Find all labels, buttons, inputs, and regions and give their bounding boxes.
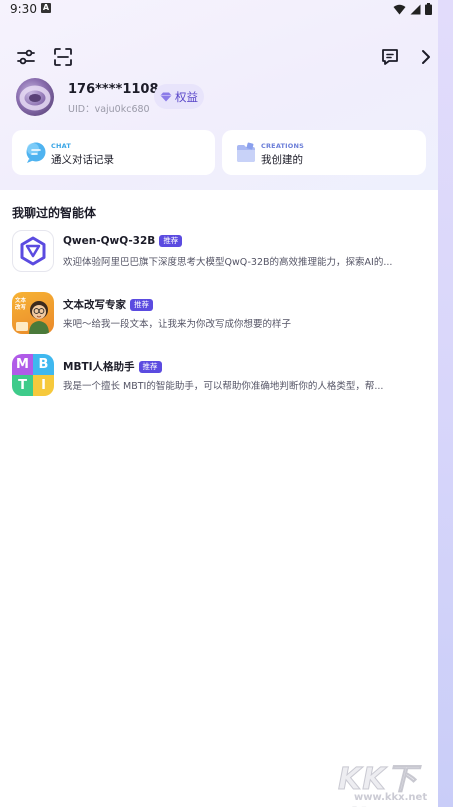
- notification-icon: A: [41, 3, 51, 13]
- username: 176****1108: [68, 82, 159, 97]
- side-gradient-strip: [438, 0, 453, 807]
- mbti-letter-m: M: [12, 354, 33, 375]
- agent-name-row: Qwen-QwQ-32B 推荐: [63, 235, 183, 247]
- scan-button[interactable]: [52, 46, 74, 68]
- chevron-right-icon: [422, 50, 430, 64]
- screen: 9:30 A 176****1108 UID：vaju0kc680 权益 CHA…: [0, 0, 453, 807]
- recommended-badge: 推荐: [130, 298, 153, 311]
- agent-avatar-qwen: [12, 230, 54, 272]
- agent-avatar-mbti: M B T I: [12, 354, 54, 396]
- watermark: KK下载 www.kkx.net: [330, 752, 440, 807]
- agent-avatar-text-rewriter: 文本改写: [12, 292, 54, 334]
- mbti-letter-b: B: [33, 354, 54, 375]
- status-icons: [393, 3, 432, 15]
- agent-name: Qwen-QwQ-32B: [63, 235, 156, 247]
- settings-sliders-button[interactable]: [15, 46, 37, 68]
- section-title: 我聊过的智能体: [12, 206, 97, 220]
- battery-icon: [425, 3, 432, 15]
- agent-name-row: MBTI人格助手 推荐: [63, 359, 162, 374]
- message-note-icon: [382, 49, 398, 65]
- agent-description: 欢迎体验阿里巴巴旗下深度思考大模型QwQ-32B的高效推理能力，探索AI的...: [63, 257, 393, 268]
- agent-description: 来吧～给我一段文本，让我来为你改写成你想要的样子: [63, 319, 292, 330]
- expand-button[interactable]: [415, 46, 437, 68]
- agent-description: 我是一个擅长 MBTI的智能助手，可以帮助你准确地判断你的人格类型，帮...: [63, 381, 384, 392]
- status-bar: 9:30 A: [0, 0, 438, 18]
- diamond-icon: [160, 92, 172, 101]
- cartoon-character-image: [16, 301, 49, 334]
- agent-item-text-rewriter[interactable]: 文本改写 文本改写专家 推荐 来吧～给我一段文本，让我来为你改写成你想要的样子: [0, 292, 436, 340]
- watermark-url: www.kkx.net: [354, 792, 428, 803]
- sliders-icon: [17, 49, 35, 65]
- status-time: 9:30: [10, 2, 37, 16]
- avatar-ring-image: [19, 85, 51, 111]
- qwen-logo-icon: [20, 236, 46, 266]
- creations-card-title: 我创建的: [261, 154, 303, 166]
- signal-icon: [410, 4, 421, 14]
- agent-name: MBTI人格助手: [63, 361, 135, 373]
- mbti-letter-t: T: [12, 375, 33, 396]
- mbti-letter-i: I: [33, 375, 54, 396]
- creations-card-tag: CREATIONS: [261, 142, 305, 150]
- folder-icon: [237, 142, 255, 162]
- agent-name-row: 文本改写专家 推荐: [63, 297, 153, 312]
- recommended-badge: 推荐: [138, 360, 162, 373]
- avatar[interactable]: [16, 78, 54, 116]
- benefits-label: 权益: [175, 89, 198, 104]
- chat-history-card[interactable]: CHAT 通义对话记录: [12, 130, 215, 175]
- wifi-icon: [393, 4, 406, 14]
- recommended-badge: 推荐: [159, 235, 183, 247]
- chat-card-title: 通义对话记录: [51, 154, 114, 166]
- messages-button[interactable]: [379, 46, 401, 68]
- my-creations-card[interactable]: CREATIONS 我创建的: [222, 130, 426, 175]
- agent-item-mbti[interactable]: M B T I MBTI人格助手 推荐 我是一个擅长 MBTI的智能助手，可以帮…: [0, 354, 436, 402]
- chat-bubble-icon: [26, 142, 46, 163]
- benefits-button[interactable]: 权益: [154, 84, 204, 109]
- chat-card-tag: CHAT: [51, 142, 71, 150]
- scan-icon: [54, 48, 72, 66]
- agent-item-qwen[interactable]: Qwen-QwQ-32B 推荐 欢迎体验阿里巴巴旗下深度思考大模型QwQ-32B…: [0, 230, 436, 278]
- user-id: UID：vaju0kc680: [68, 104, 150, 115]
- agent-name: 文本改写专家: [63, 299, 126, 311]
